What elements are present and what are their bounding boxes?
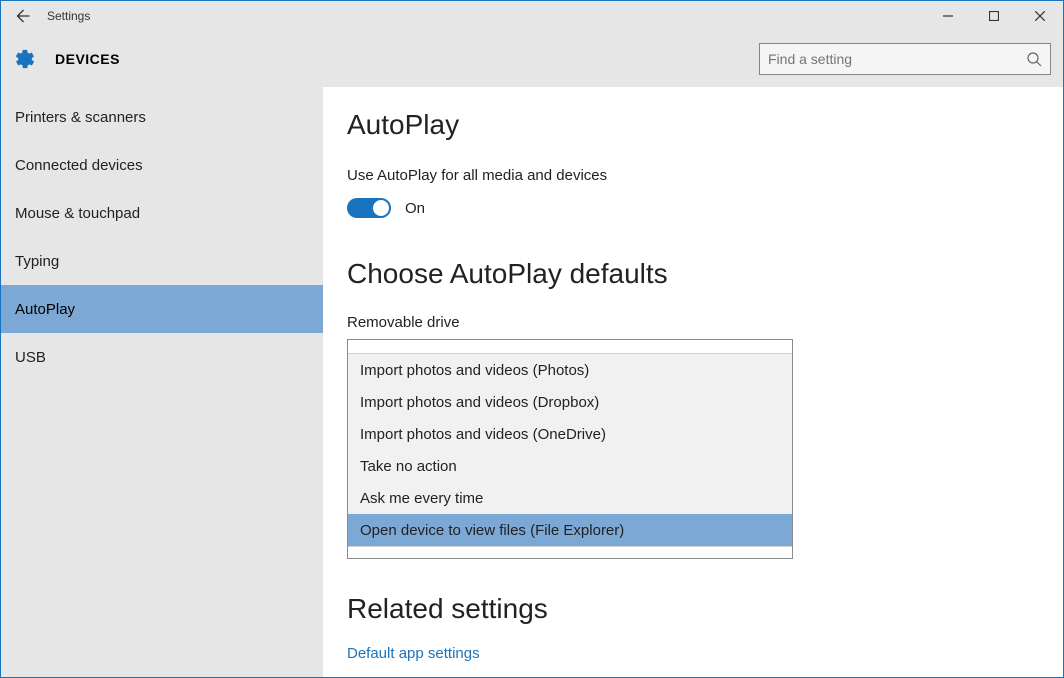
minimize-button[interactable] <box>925 1 971 31</box>
sidebar-item-typing[interactable]: Typing <box>1 237 323 285</box>
dropdown-option[interactable]: Import photos and videos (Photos) <box>348 354 792 386</box>
page-title: AutoPlay <box>347 109 1037 141</box>
close-button[interactable] <box>1017 1 1063 31</box>
removable-drive-label: Removable drive <box>347 314 1037 331</box>
autoplay-toggle-row: On <box>347 198 1037 218</box>
dropdown-option-label: Open device to view files (File Explorer… <box>360 522 624 539</box>
related-heading: Related settings <box>347 593 1037 625</box>
dropdown-bottom-strip <box>348 546 792 558</box>
default-app-settings-link[interactable]: Default app settings <box>347 645 1037 662</box>
body: Printers & scanners Connected devices Mo… <box>1 87 1063 677</box>
sidebar-item-label: Mouse & touchpad <box>15 205 140 222</box>
search-input[interactable] <box>768 51 1026 67</box>
dropdown-list: Import photos and videos (Photos) Import… <box>348 354 792 546</box>
sidebar-item-usb[interactable]: USB <box>1 333 323 381</box>
dropdown-option-label: Import photos and videos (Photos) <box>360 362 589 379</box>
dropdown-top-strip <box>348 340 792 354</box>
settings-window: Settings DEVICES Printers & scanners <box>0 0 1064 678</box>
autoplay-description: Use AutoPlay for all media and devices <box>347 167 1037 184</box>
defaults-heading: Choose AutoPlay defaults <box>347 258 1037 290</box>
sidebar-item-printers[interactable]: Printers & scanners <box>1 93 323 141</box>
back-button[interactable] <box>1 1 43 31</box>
sidebar-item-mouse-touchpad[interactable]: Mouse & touchpad <box>1 189 323 237</box>
sidebar-item-connected-devices[interactable]: Connected devices <box>1 141 323 189</box>
sidebar-item-label: Typing <box>15 253 59 270</box>
dropdown-option-label: Ask me every time <box>360 490 483 507</box>
dropdown-option[interactable]: Import photos and videos (Dropbox) <box>348 386 792 418</box>
dropdown-option-label: Take no action <box>360 458 457 475</box>
sidebar-item-autoplay[interactable]: AutoPlay <box>1 285 323 333</box>
dropdown-option-label: Import photos and videos (OneDrive) <box>360 426 606 443</box>
autoplay-toggle[interactable] <box>347 198 391 218</box>
toggle-state-label: On <box>405 200 425 217</box>
sidebar-item-label: USB <box>15 349 46 366</box>
titlebar: Settings <box>1 1 1063 31</box>
maximize-button[interactable] <box>971 1 1017 31</box>
window-title: Settings <box>47 9 90 23</box>
dropdown-option-label: Import photos and videos (Dropbox) <box>360 394 599 411</box>
gear-icon <box>13 47 37 71</box>
header: DEVICES <box>1 31 1063 87</box>
sidebar-item-label: Connected devices <box>15 157 143 174</box>
dropdown-option[interactable]: Ask me every time <box>348 482 792 514</box>
sidebar-item-label: Printers & scanners <box>15 109 146 126</box>
category-title: DEVICES <box>55 51 120 67</box>
search-icon <box>1026 51 1042 67</box>
dropdown-option[interactable]: Import photos and videos (OneDrive) <box>348 418 792 450</box>
removable-drive-dropdown[interactable]: Import photos and videos (Photos) Import… <box>347 339 793 559</box>
sidebar-item-label: AutoPlay <box>15 301 75 318</box>
sidebar: Printers & scanners Connected devices Mo… <box>1 87 323 677</box>
search-box[interactable] <box>759 43 1051 75</box>
dropdown-option[interactable]: Take no action <box>348 450 792 482</box>
toggle-knob <box>373 200 389 216</box>
dropdown-option-selected[interactable]: Open device to view files (File Explorer… <box>348 514 792 546</box>
content: AutoPlay Use AutoPlay for all media and … <box>323 87 1063 677</box>
